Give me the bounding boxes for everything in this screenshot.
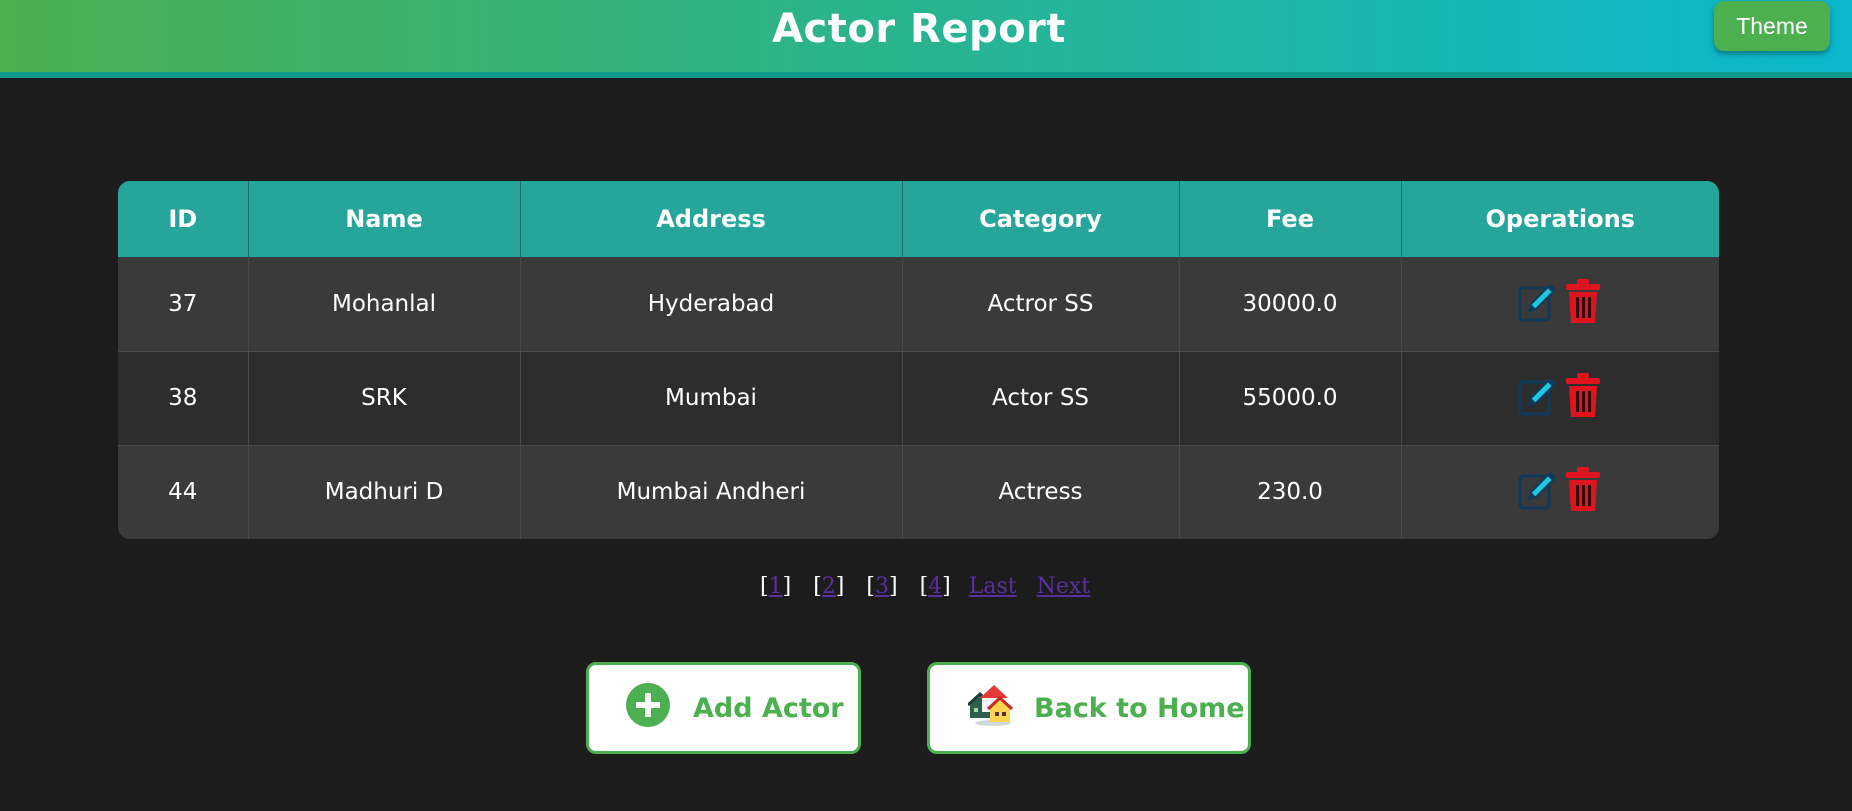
page-bracket: ]	[835, 574, 845, 599]
page-bracket: [	[813, 574, 822, 599]
column-header-category: Category	[902, 181, 1180, 257]
cell-category: Actress	[902, 445, 1180, 539]
page-header: Actor Report Theme	[0, 0, 1852, 78]
table-header-row: ID Name Address Category Fee Operations	[118, 181, 1719, 257]
column-header-address: Address	[520, 181, 903, 257]
add-actor-label: Add Actor	[693, 692, 844, 724]
page-link-4[interactable]: 4	[928, 574, 942, 599]
page-bracket: ]	[782, 574, 792, 599]
page-link-next[interactable]: Next	[1037, 574, 1091, 599]
cell-name: Mohanlal	[248, 257, 521, 352]
cell-fee: 55000.0	[1179, 351, 1402, 446]
page-bracket: [	[760, 574, 769, 599]
column-header-fee: Fee	[1179, 181, 1402, 257]
page-link-2[interactable]: 2	[822, 574, 836, 599]
actor-table: ID Name Address Category Fee Operations …	[118, 181, 1719, 539]
cell-category: Actror SS	[902, 257, 1180, 352]
cell-category: Actor SS	[902, 351, 1180, 446]
cell-operations	[1401, 445, 1719, 539]
cell-address: Mumbai Andheri	[520, 445, 903, 539]
page-link-3[interactable]: 3	[875, 574, 889, 599]
page-bracket: [	[866, 574, 875, 599]
column-header-operations: Operations	[1401, 181, 1719, 257]
cell-address: Mumbai	[520, 351, 903, 446]
page-link-1[interactable]: 1	[769, 574, 783, 599]
cell-id: 37	[118, 257, 249, 352]
page-bracket: [	[919, 574, 929, 599]
cell-id: 38	[118, 351, 249, 446]
back-to-home-button[interactable]: Back to Home	[927, 662, 1251, 754]
edit-icon[interactable]	[1517, 278, 1557, 324]
delete-icon[interactable]	[1563, 372, 1603, 418]
column-header-name: Name	[248, 181, 521, 257]
edit-icon[interactable]	[1517, 372, 1557, 418]
add-actor-button[interactable]: Add Actor	[586, 662, 861, 754]
table-row: 38 SRK Mumbai Actor SS 55000.0	[118, 351, 1719, 446]
cell-operations	[1401, 351, 1719, 446]
page-title: Actor Report	[772, 6, 1066, 52]
cell-fee: 30000.0	[1179, 257, 1402, 352]
cell-address: Hyderabad	[520, 257, 903, 352]
page-bracket: ]	[942, 574, 951, 599]
pagination: [1] [2] [3] [4] Last Next	[760, 574, 1090, 604]
houses-icon	[966, 682, 1014, 735]
cell-name: SRK	[248, 351, 521, 446]
back-to-home-label: Back to Home	[1034, 692, 1245, 724]
page-bracket: ]	[888, 574, 898, 599]
cell-operations	[1401, 257, 1719, 352]
theme-button[interactable]: Theme	[1714, 1, 1830, 51]
table-row: 37 Mohanlal Hyderabad Actror SS 30000.0	[118, 257, 1719, 352]
table-row: 44 Madhuri D Mumbai Andheri Actress 230.…	[118, 445, 1719, 539]
page-link-last[interactable]: Last	[969, 574, 1017, 599]
column-header-id: ID	[118, 181, 249, 257]
cell-name: Madhuri D	[248, 445, 521, 539]
plus-circle-icon	[625, 682, 671, 735]
edit-icon[interactable]	[1517, 466, 1557, 512]
cell-id: 44	[118, 445, 249, 539]
delete-icon[interactable]	[1563, 466, 1603, 512]
delete-icon[interactable]	[1563, 278, 1603, 324]
cell-fee: 230.0	[1179, 445, 1402, 539]
